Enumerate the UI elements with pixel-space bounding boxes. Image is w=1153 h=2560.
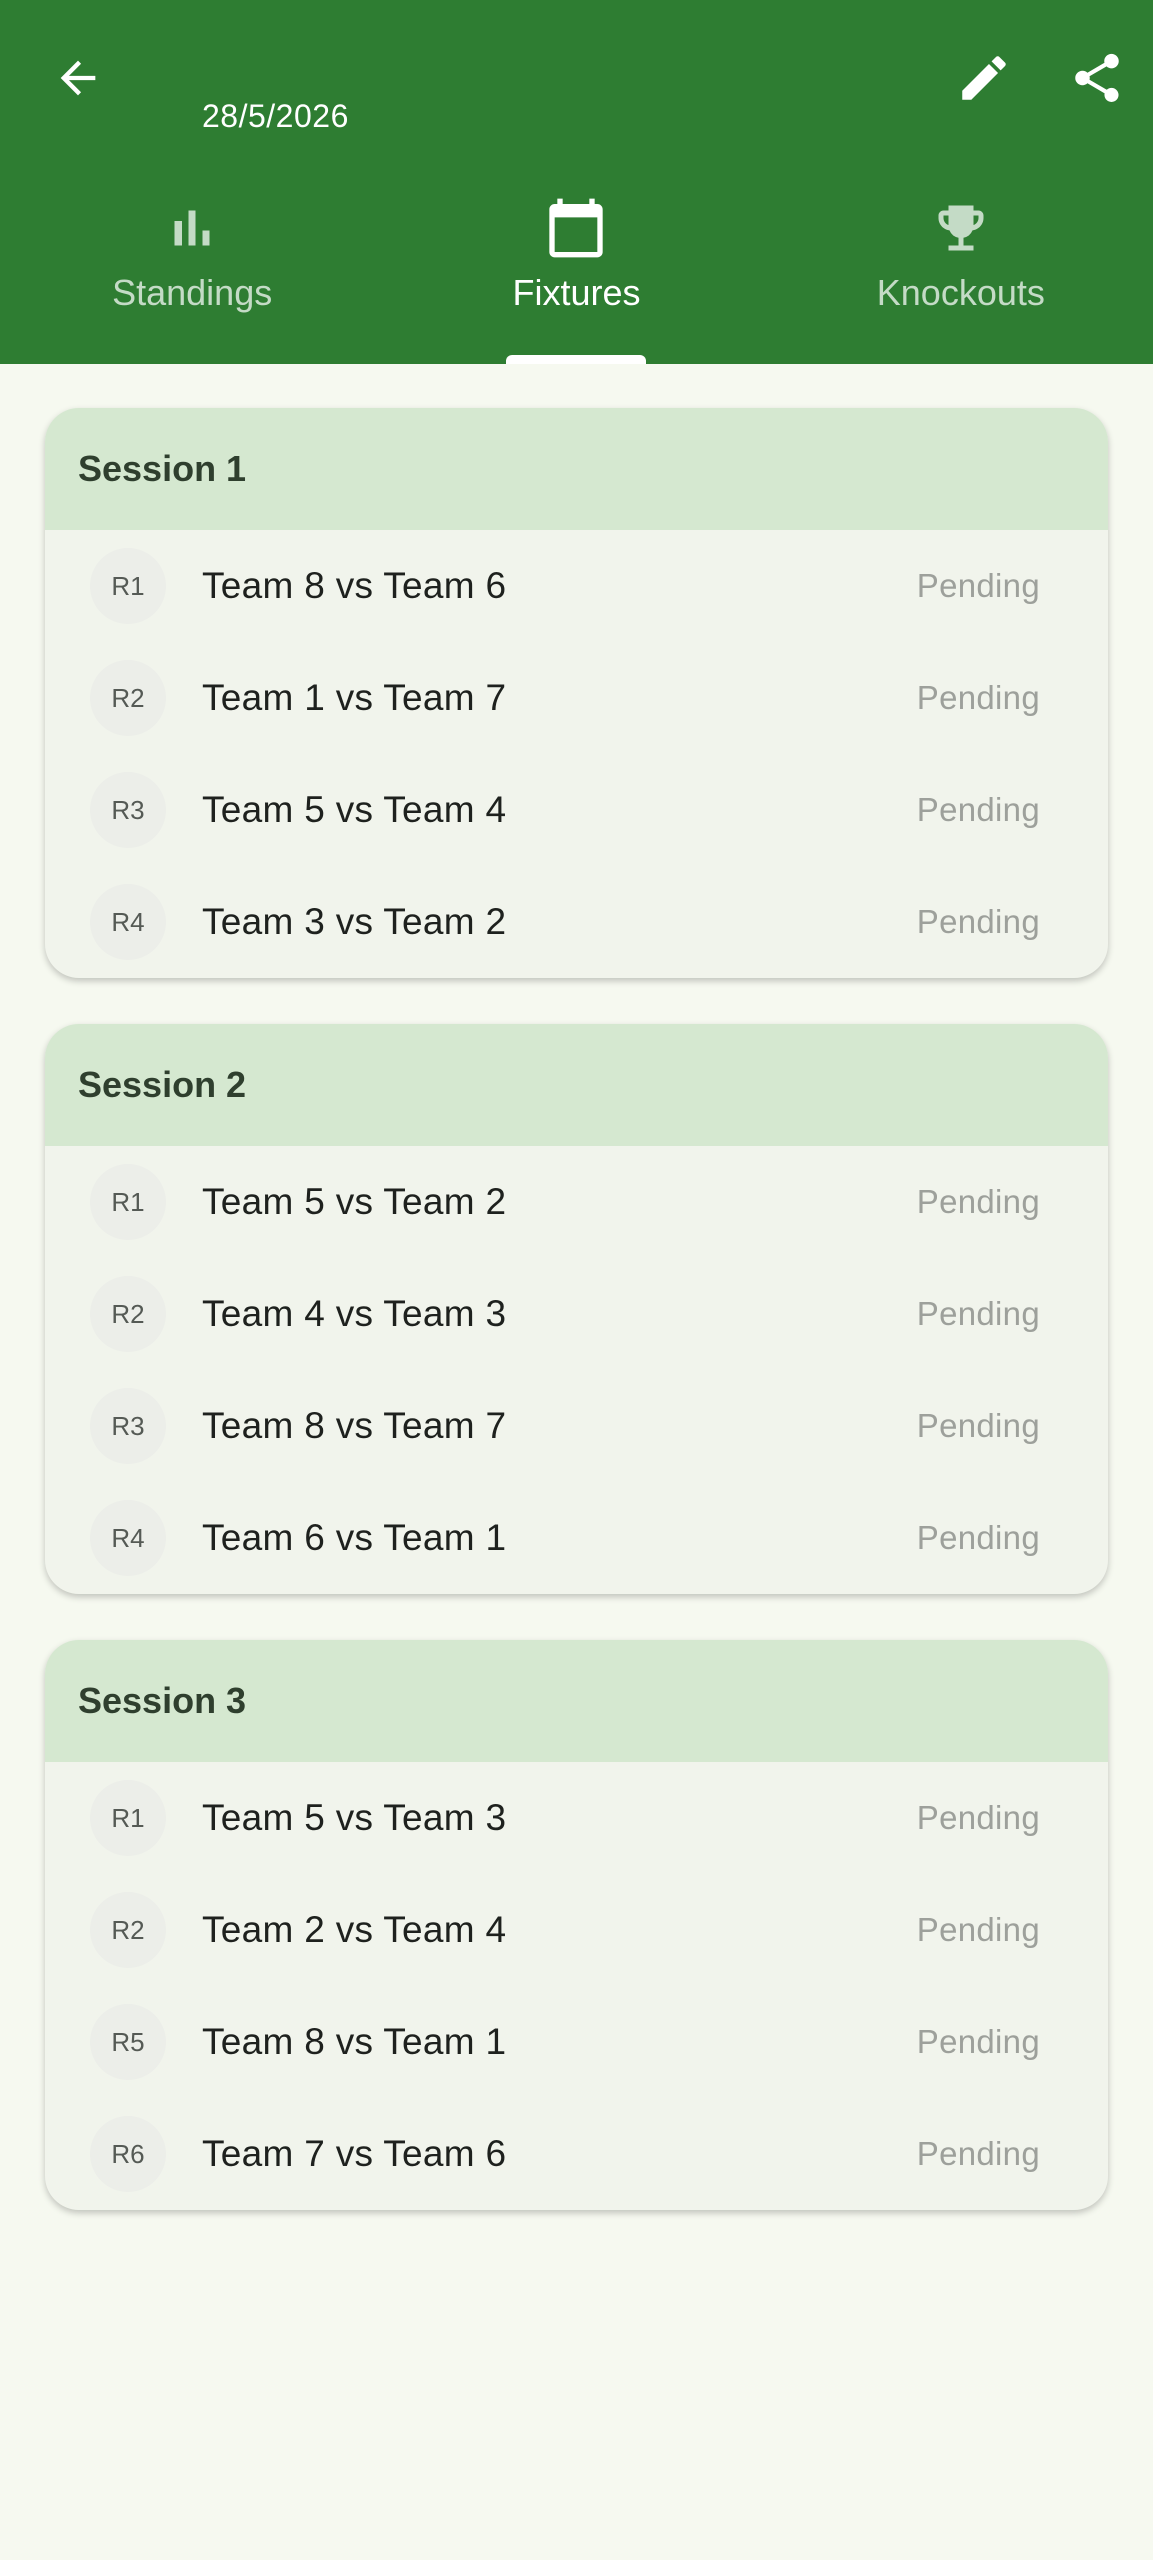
session-title: Session 3	[78, 1680, 247, 1721]
round-badge: R2	[90, 1892, 166, 1968]
round-badge: R4	[90, 884, 166, 960]
session-header: Session 1	[45, 408, 1108, 530]
tab-label-fixtures: Fixtures	[512, 272, 641, 313]
round-badge: R5	[90, 2004, 166, 2080]
fixture-row[interactable]: R2 Team 1 vs Team 7 Pending	[45, 642, 1108, 754]
bar-chart-icon	[174, 210, 210, 246]
fixture-teams: Team 8 vs Team 1	[202, 2021, 507, 2062]
pencil-icon	[962, 56, 1006, 100]
fixture-teams: Team 3 vs Team 2	[202, 901, 507, 942]
fixture-row[interactable]: R6 Team 7 vs Team 6 Pending	[45, 2098, 1108, 2210]
session-card: Session 3 R1 Team 5 vs Team 3 Pending R2…	[45, 1640, 1108, 2210]
fixture-row[interactable]: R1 Team 5 vs Team 2 Pending	[45, 1146, 1108, 1258]
fixture-teams: Team 1 vs Team 7	[202, 677, 507, 718]
share-button[interactable]	[1057, 38, 1137, 118]
fixture-row[interactable]: R3 Team 5 vs Team 4 Pending	[45, 754, 1108, 866]
round-badge: R2	[90, 1276, 166, 1352]
fixture-teams: Team 4 vs Team 3	[202, 1293, 507, 1334]
session-title: Session 2	[78, 1064, 247, 1105]
calendar-icon	[549, 198, 604, 258]
session-title: Session 1	[78, 448, 247, 489]
tab-standings[interactable]: Standings	[0, 190, 384, 364]
fixture-teams: Team 5 vs Team 4	[202, 789, 507, 830]
session-card: Session 2 R1 Team 5 vs Team 2 Pending R2…	[45, 1024, 1108, 1594]
round-badge: R6	[90, 2116, 166, 2192]
round-badge: R1	[90, 548, 166, 624]
share-icon	[1075, 53, 1119, 102]
session-header: Session 2	[45, 1024, 1108, 1146]
fixture-row[interactable]: R2 Team 2 vs Team 4 Pending	[45, 1874, 1108, 1986]
fixture-row[interactable]: R3 Team 8 vs Team 7 Pending	[45, 1370, 1108, 1482]
tab-label-knockouts: Knockouts	[876, 272, 1045, 313]
tab-fixtures[interactable]: Fixtures	[384, 190, 768, 364]
fixture-teams: Team 5 vs Team 2	[202, 1181, 507, 1222]
tab-knockouts[interactable]: Knockouts	[769, 190, 1153, 364]
fixture-row[interactable]: R2 Team 4 vs Team 3 Pending	[45, 1258, 1108, 1370]
date-label: 28/5/2026	[202, 98, 349, 134]
session-header: Session 3	[45, 1640, 1108, 1762]
round-badge: R2	[90, 660, 166, 736]
fixture-row[interactable]: R1 Team 8 vs Team 6 Pending	[45, 530, 1108, 642]
trophy-icon	[938, 205, 984, 251]
fixture-status: Pending	[916, 1911, 1040, 1948]
fixture-teams: Team 5 vs Team 3	[202, 1797, 507, 1838]
fixture-status: Pending	[916, 567, 1040, 604]
fixture-status: Pending	[916, 1407, 1040, 1444]
round-badge: R4	[90, 1500, 166, 1576]
fixture-row[interactable]: R5 Team 8 vs Team 1 Pending	[45, 1986, 1108, 2098]
fixture-status: Pending	[916, 903, 1040, 940]
fixture-teams: Team 8 vs Team 7	[202, 1405, 507, 1446]
fixture-status: Pending	[916, 679, 1040, 716]
round-badge: R1	[90, 1780, 166, 1856]
fixture-status: Pending	[916, 2023, 1040, 2060]
fixture-status: Pending	[916, 1799, 1040, 1836]
session-card: Session 1 R1 Team 8 vs Team 6 Pending R2…	[45, 408, 1108, 978]
fixture-status: Pending	[916, 1295, 1040, 1332]
fixture-teams: Team 2 vs Team 4	[202, 1909, 507, 1950]
tab-label-standings: Standings	[112, 272, 273, 313]
app-bar: 28/5/2026 Standings Fixtures Knockouts	[0, 0, 1153, 364]
fixture-status: Pending	[916, 2135, 1040, 2172]
back-button[interactable]	[38, 38, 118, 118]
tab-bar: Standings Fixtures Knockouts	[0, 190, 1153, 364]
edit-button[interactable]	[944, 38, 1024, 118]
fixture-status: Pending	[916, 791, 1040, 828]
fixture-teams: Team 8 vs Team 6	[202, 565, 507, 606]
round-badge: R3	[90, 1388, 166, 1464]
arrow-back-icon	[60, 60, 96, 96]
active-tab-indicator	[506, 355, 647, 364]
fixture-row[interactable]: R4 Team 6 vs Team 1 Pending	[45, 1482, 1108, 1594]
round-badge: R1	[90, 1164, 166, 1240]
round-badge: R3	[90, 772, 166, 848]
fixture-teams: Team 7 vs Team 6	[202, 2133, 507, 2174]
fixture-row[interactable]: R4 Team 3 vs Team 2 Pending	[45, 866, 1108, 978]
fixture-status: Pending	[916, 1183, 1040, 1220]
fixture-row[interactable]: R1 Team 5 vs Team 3 Pending	[45, 1762, 1108, 1874]
fixture-status: Pending	[916, 1519, 1040, 1556]
fixture-teams: Team 6 vs Team 1	[202, 1517, 507, 1558]
